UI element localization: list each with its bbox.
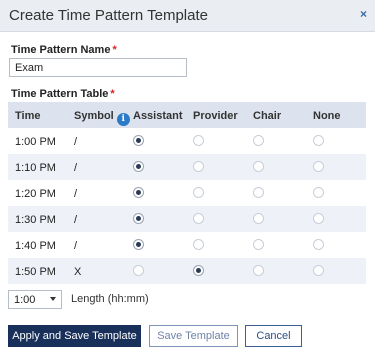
radio-none[interactable] — [313, 135, 324, 146]
radio-assistant[interactable] — [133, 239, 144, 250]
symbol-cell: / — [74, 214, 78, 226]
time-pattern-table-label: Time Pattern Table * — [11, 88, 115, 100]
radio-assistant[interactable] — [133, 161, 144, 172]
apply-and-save-button[interactable]: Apply and Save Template — [8, 325, 141, 347]
save-template-button[interactable]: Save Template — [149, 325, 238, 347]
radio-provider[interactable] — [193, 213, 204, 224]
time-cell: 1:40 PM — [15, 240, 56, 252]
close-icon[interactable]: × — [360, 7, 367, 21]
radio-chair[interactable] — [253, 187, 264, 198]
radio-chair[interactable] — [253, 213, 264, 224]
table-row: 1:30 PM / — [8, 206, 366, 232]
length-select[interactable]: 1:00 — [8, 290, 62, 309]
header-symbol: Symbol i — [74, 110, 130, 126]
radio-none[interactable] — [313, 161, 324, 172]
dialog-header: Create Time Pattern Template × — [0, 0, 375, 32]
radio-none[interactable] — [313, 213, 324, 224]
header-assistant: Assistant — [133, 110, 183, 122]
radio-provider[interactable] — [193, 135, 204, 146]
length-label: Length (hh:mm) — [71, 293, 149, 305]
radio-assistant[interactable] — [133, 135, 144, 146]
radio-chair[interactable] — [253, 161, 264, 172]
time-pattern-table-label-text: Time Pattern Table — [11, 88, 109, 100]
radio-chair[interactable] — [253, 135, 264, 146]
radio-provider[interactable] — [193, 161, 204, 172]
radio-provider[interactable] — [193, 187, 204, 198]
table-row: 1:00 PM / — [8, 128, 366, 154]
time-pattern-table: Time Symbol i Assistant Provider Chair No… — [8, 102, 366, 284]
time-pattern-name-label: Time Pattern Name * — [11, 44, 117, 56]
radio-provider[interactable] — [193, 239, 204, 250]
header-time: Time — [15, 110, 41, 122]
table-row: 1:50 PM X — [8, 258, 366, 284]
table-row: 1:10 PM / — [8, 154, 366, 180]
chevron-down-icon — [50, 297, 56, 301]
symbol-cell: / — [74, 188, 78, 200]
symbol-cell: / — [74, 240, 78, 252]
radio-none[interactable] — [313, 187, 324, 198]
create-time-pattern-dialog: Create Time Pattern Template × Time Patt… — [0, 0, 375, 355]
time-pattern-name-label-text: Time Pattern Name — [11, 44, 111, 56]
info-icon[interactable]: i — [116, 113, 130, 126]
time-pattern-name-input[interactable] — [9, 58, 187, 77]
table-header-row: Time Symbol i Assistant Provider Chair No… — [8, 102, 366, 128]
radio-assistant[interactable] — [133, 213, 144, 224]
time-cell: 1:10 PM — [15, 162, 56, 174]
time-cell: 1:30 PM — [15, 214, 56, 226]
length-select-value: 1:00 — [14, 294, 36, 306]
radio-none[interactable] — [313, 239, 324, 250]
symbol-cell: / — [74, 136, 78, 148]
cancel-button[interactable]: Cancel — [245, 325, 302, 347]
header-none: None — [313, 110, 341, 122]
symbol-cell: X — [74, 266, 82, 278]
time-cell: 1:20 PM — [15, 188, 56, 200]
header-chair: Chair — [253, 110, 282, 122]
time-cell: 1:50 PM — [15, 266, 56, 278]
radio-assistant[interactable] — [133, 187, 144, 198]
radio-assistant[interactable] — [133, 265, 144, 276]
dialog-title: Create Time Pattern Template — [9, 7, 208, 24]
table-body: 1:00 PM / 1:10 PM / 1:20 PM / 1:30 PM / 1:40 PM /… — [8, 128, 366, 284]
table-row: 1:20 PM / — [8, 180, 366, 206]
time-cell: 1:00 PM — [15, 136, 56, 148]
radio-chair[interactable] — [253, 265, 264, 276]
required-mark: * — [110, 88, 115, 100]
radio-none[interactable] — [313, 265, 324, 276]
table-row: 1:40 PM / — [8, 232, 366, 258]
required-mark: * — [112, 44, 117, 56]
header-symbol-label: Symbol — [74, 110, 114, 122]
symbol-cell: / — [74, 162, 78, 174]
radio-provider[interactable] — [193, 265, 204, 276]
header-provider: Provider — [193, 110, 238, 122]
radio-chair[interactable] — [253, 239, 264, 250]
